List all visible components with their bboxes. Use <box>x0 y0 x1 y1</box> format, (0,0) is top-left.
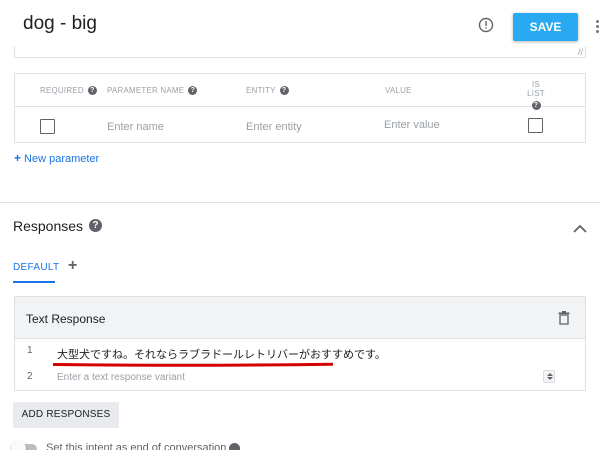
end-conversation-toggle[interactable] <box>11 441 37 450</box>
text-response-card: Text Response 1 大型犬ですね。それならラブラドールレトリバーがお… <box>14 296 586 391</box>
active-tab-indicator <box>13 281 55 283</box>
value-input[interactable]: Enter value <box>384 119 440 131</box>
column-entity-label: ENTITY <box>246 86 276 95</box>
tab-default[interactable]: DEFAULT <box>13 262 59 273</box>
reorder-spinner-icon[interactable] <box>543 370 555 383</box>
column-parameter-name: PARAMETER NAME? <box>107 86 198 96</box>
column-is-list-label: IS LIST <box>527 80 545 98</box>
training-phrases-box-fragment: // <box>14 46 586 58</box>
column-required-label: REQUIRED <box>40 86 84 95</box>
is-list-checkbox[interactable] <box>528 118 543 133</box>
column-is-list: IS LIST ? <box>523 80 549 110</box>
parameter-name-input[interactable]: Enter name <box>107 121 164 133</box>
plus-icon: + <box>14 151 22 165</box>
help-icon[interactable]: ? <box>279 86 289 96</box>
row-number: 1 <box>27 345 33 356</box>
column-entity: ENTITY? <box>246 86 289 96</box>
toggle-knob <box>11 441 26 450</box>
help-icon[interactable] <box>229 443 240 450</box>
red-underline-annotation <box>53 362 333 367</box>
text-response-header: Text Response <box>15 297 585 339</box>
help-icon[interactable]: ? <box>531 101 541 110</box>
parameters-table: REQUIRED? PARAMETER NAME? ENTITY? VALUE … <box>14 73 586 143</box>
intent-title[interactable]: dog - big <box>23 13 97 35</box>
column-required: REQUIRED? <box>40 86 97 96</box>
help-icon[interactable]: ? <box>87 86 97 96</box>
more-vert-icon[interactable] <box>594 18 600 38</box>
row-number: 2 <box>27 371 33 382</box>
column-value: VALUE <box>385 86 412 95</box>
add-responses-button[interactable]: ADD RESPONSES <box>13 402 119 428</box>
response-variant-input[interactable]: Enter a text response variant <box>57 372 185 383</box>
responses-heading: Responses <box>13 218 84 234</box>
chevron-up-icon[interactable] <box>572 224 588 234</box>
required-checkbox[interactable] <box>40 119 55 134</box>
help-icon[interactable]: ? <box>188 86 198 96</box>
new-parameter-label: New parameter <box>24 153 100 165</box>
help-icon[interactable]: ? <box>89 219 102 232</box>
entity-input[interactable]: Enter entity <box>246 121 302 133</box>
add-language-tab-icon[interactable]: + <box>68 257 77 275</box>
response-text-variant[interactable]: 大型犬ですね。それならラブラドールレトリバーがおすすめです。 <box>57 346 386 362</box>
end-conversation-label: Set this intent as end of conversation <box>46 442 227 450</box>
info-icon[interactable] <box>478 17 494 33</box>
end-conversation-row: Set this intent as end of conversation <box>11 441 313 450</box>
resize-handle-icon[interactable]: // <box>578 47 583 57</box>
save-button[interactable]: SAVE <box>513 13 578 41</box>
trash-icon[interactable] <box>558 311 570 325</box>
column-parameter-name-label: PARAMETER NAME <box>107 86 185 95</box>
parameters-table-header: REQUIRED? PARAMETER NAME? ENTITY? VALUE … <box>15 74 585 110</box>
column-value-label: VALUE <box>385 86 412 95</box>
section-divider <box>0 202 600 203</box>
intent-editor: dog - big SAVE // REQUIRED? PARAMETER NA… <box>0 0 600 450</box>
new-parameter-link[interactable]: + New parameter <box>14 151 99 165</box>
text-response-title: Text Response <box>26 312 106 326</box>
